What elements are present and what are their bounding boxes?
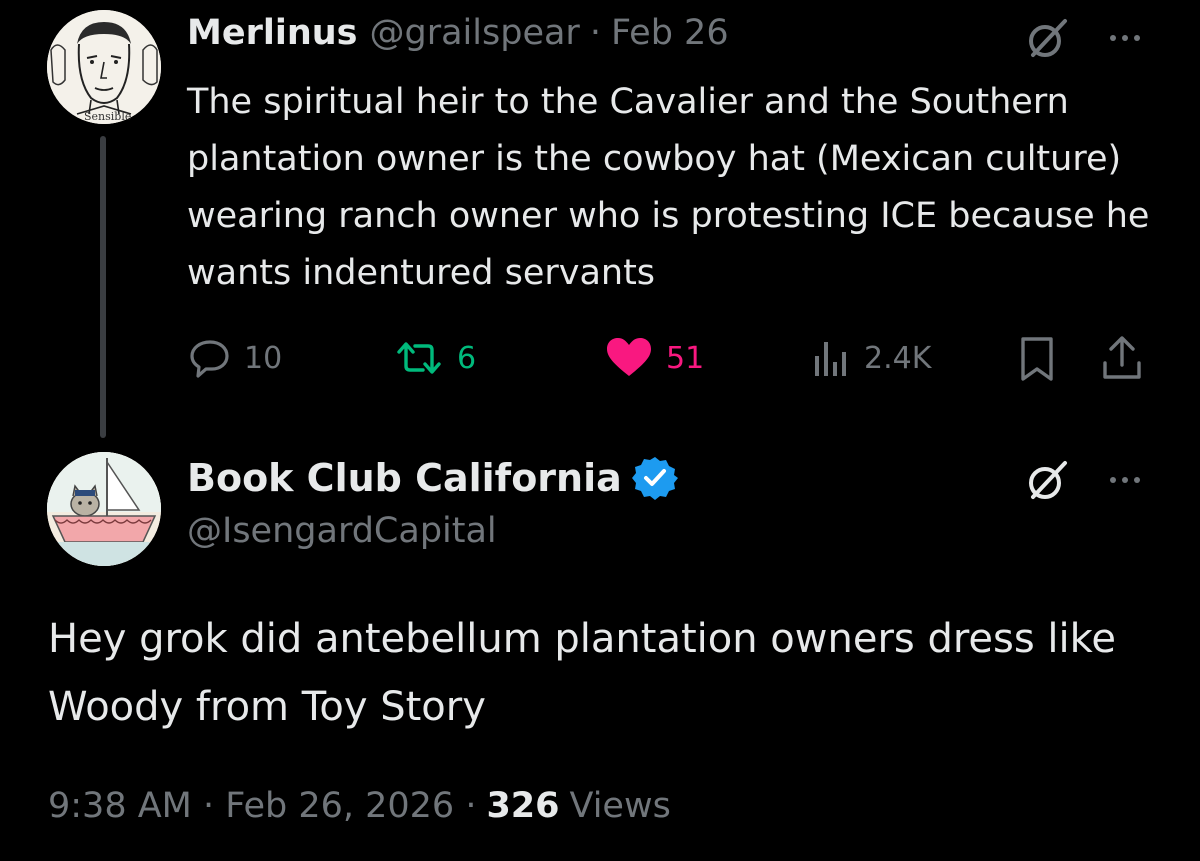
avatar-caption: Sensible xyxy=(84,110,132,123)
reply-author-handle[interactable]: @IsengardCapital xyxy=(187,511,497,551)
reply-author-row: Book Club California xyxy=(187,452,678,504)
repost-icon xyxy=(397,342,441,374)
reply-tweet-text: Hey grok did antebellum plantation owner… xyxy=(48,616,1116,730)
like-count: 51 xyxy=(666,340,705,376)
views-count: 2.4K xyxy=(864,340,932,376)
tweet-header: Merlinus @grailspear · Feb 26 xyxy=(187,13,729,59)
avatar-sketch-image xyxy=(47,10,161,124)
reply-button[interactable]: 10 xyxy=(188,333,282,383)
tweet-views-label: Views xyxy=(569,786,671,826)
header-separator: · xyxy=(589,13,601,53)
grok-icon xyxy=(1029,19,1067,57)
reply-author-name[interactable]: Book Club California xyxy=(187,456,622,500)
tweet-metadata: 9:38 AM · Feb 26, 2026 · 326 Views xyxy=(48,786,671,826)
repost-count: 6 xyxy=(457,340,477,376)
share-icon xyxy=(1103,336,1141,379)
reply-icon xyxy=(190,340,229,378)
views-button[interactable]: 2.4K xyxy=(812,333,931,383)
repost-button[interactable]: 6 xyxy=(393,333,476,383)
avatar-book-club-california[interactable] xyxy=(47,452,161,566)
author-handle[interactable]: @grailspear xyxy=(370,13,580,53)
grok-icon xyxy=(1029,461,1067,499)
avatar-merlinus[interactable] xyxy=(47,10,161,124)
tweet-timestamp[interactable]: 9:38 AM · Feb 26, 2026 · xyxy=(48,786,476,826)
verified-badge[interactable] xyxy=(631,455,678,501)
grok-button[interactable] xyxy=(1022,14,1072,64)
tweet-views-count: 326 xyxy=(486,786,560,826)
like-button[interactable]: 51 xyxy=(604,333,704,383)
reply-grok-button[interactable] xyxy=(1022,456,1072,506)
more-options-button[interactable] xyxy=(1103,18,1147,58)
reply-more-options-button[interactable] xyxy=(1103,460,1147,500)
bookmark-button[interactable] xyxy=(1017,334,1057,384)
thread-connector-line xyxy=(100,136,106,438)
bookmark-icon xyxy=(1021,337,1053,381)
tweet-text: The spiritual heir to the Cavalier and t… xyxy=(187,82,1150,293)
heart-icon xyxy=(607,338,651,376)
author-name[interactable]: Merlinus xyxy=(187,13,358,53)
views-icon xyxy=(815,342,846,376)
tweet-date[interactable]: Feb 26 xyxy=(611,13,729,53)
verified-icon xyxy=(631,457,678,500)
reply-count: 10 xyxy=(244,340,283,376)
avatar-boat-image xyxy=(47,452,161,566)
share-button[interactable] xyxy=(1100,334,1144,384)
